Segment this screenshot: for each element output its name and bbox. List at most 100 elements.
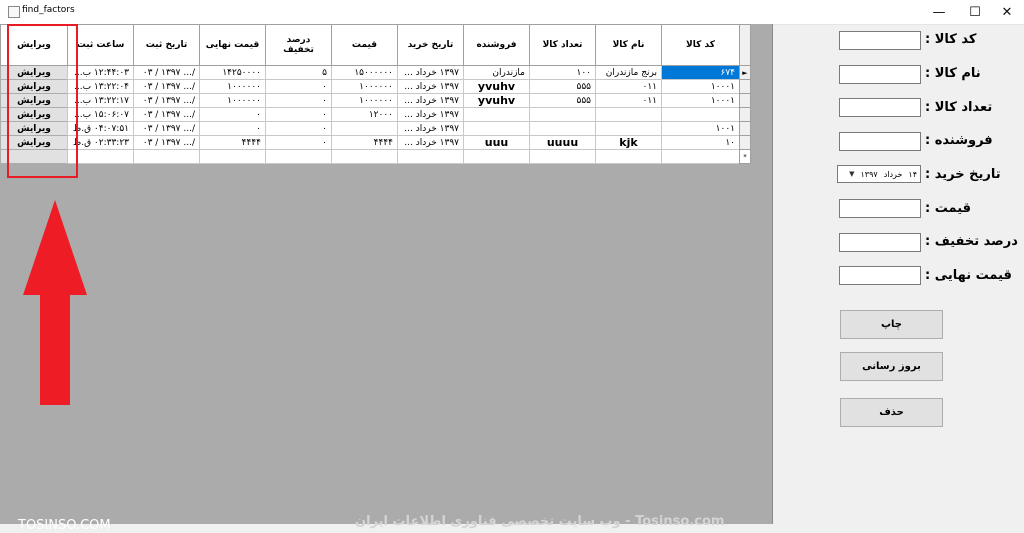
- grid-cell[interactable]: ۱۰۰۰۰۰۰: [331, 93, 398, 108]
- close-button[interactable]: ✕: [990, 0, 1024, 24]
- grid-cell[interactable]: ۱۳۹۷ خرداد ...: [397, 135, 464, 150]
- product-name-input[interactable]: [839, 65, 921, 84]
- grid-cell[interactable]: ۱۳۹۷ خرداد ...: [397, 79, 464, 94]
- discount-input[interactable]: [839, 233, 921, 252]
- grid-cell[interactable]: ۰۴:۰۷:۵۱ ق.ظ: [67, 121, 134, 136]
- edit-button[interactable]: ویرایش: [0, 107, 68, 122]
- column-header[interactable]: تعداد کالا: [529, 24, 596, 66]
- grid-cell[interactable]: ۱۵۰۰۰۰۰۰: [331, 65, 398, 80]
- grid-cell[interactable]: [529, 121, 596, 136]
- grid-cell[interactable]: [463, 107, 530, 122]
- grid-cell[interactable]: [661, 107, 740, 122]
- final-price-input[interactable]: [839, 266, 921, 285]
- quantity-input[interactable]: [839, 98, 921, 117]
- column-header[interactable]: نام کالا: [595, 24, 662, 66]
- table-row[interactable]: ► ۶۷۴ برنج مازندران ۱۰۰ مازندران ۱۳۹۷ خرداد .…: [0, 65, 751, 80]
- minimize-button[interactable]: —: [922, 0, 956, 24]
- new-row[interactable]: *: [0, 149, 751, 164]
- grid-cell[interactable]: uuu: [463, 135, 530, 150]
- grid-cell[interactable]: /... ۱۳۹۷ / ۰۳: [133, 135, 200, 150]
- grid-cell[interactable]: /... ۱۳۹۷ / ۰۳: [133, 79, 200, 94]
- grid-cell[interactable]: ۱۰: [661, 135, 740, 150]
- edit-button[interactable]: ویرایش: [0, 79, 68, 94]
- grid-cell[interactable]: ۰۲:۳۳:۲۳ ق.ظ: [67, 135, 134, 150]
- column-header[interactable]: قیمت نهایی: [199, 24, 266, 66]
- grid-cell[interactable]: ۰: [265, 107, 332, 122]
- edit-button[interactable]: ویرایش: [0, 121, 68, 136]
- row-header[interactable]: [739, 135, 751, 150]
- column-header[interactable]: ویرایش: [0, 24, 68, 66]
- grid-cell[interactable]: [595, 121, 662, 136]
- grid-cell[interactable]: [331, 149, 398, 164]
- grid-cell[interactable]: ۱۴۲۵۰۰۰۰: [199, 65, 266, 80]
- row-header[interactable]: [739, 121, 751, 136]
- grid-cell[interactable]: ۰: [265, 93, 332, 108]
- grid-cell[interactable]: /... ۱۳۹۷ / ۰۳: [133, 107, 200, 122]
- grid-cell[interactable]: [265, 149, 332, 164]
- grid-cell[interactable]: ۱۳:۲۲:۱۷ ب...: [67, 93, 134, 108]
- grid-cell[interactable]: ۱۰۰۰۰۰۰: [199, 79, 266, 94]
- column-header[interactable]: فروشنده: [463, 24, 530, 66]
- grid-cell[interactable]: /... ۱۳۹۷ / ۰۳: [133, 65, 200, 80]
- grid-cell[interactable]: [595, 107, 662, 122]
- grid-cell[interactable]: yvuhv: [463, 93, 530, 108]
- grid-cell[interactable]: ۱۰۰۱: [661, 121, 740, 136]
- grid-cell[interactable]: ۱۳:۲۲:۰۴ ب...: [67, 79, 134, 94]
- price-input[interactable]: [839, 199, 921, 218]
- factors-data-grid[interactable]: کد کالا نام کالا تعداد کالا فروشنده تاریخ خر…: [0, 24, 751, 164]
- product-code-input[interactable]: [839, 31, 921, 50]
- grid-cell[interactable]: ۱۰۰۰۰۰۰: [331, 79, 398, 94]
- grid-cell[interactable]: ۴۴۴۴: [199, 135, 266, 150]
- grid-cell[interactable]: ۶۷۴: [661, 65, 740, 80]
- grid-cell[interactable]: ۱۰۰۰۱: [661, 79, 740, 94]
- grid-cell[interactable]: ۱۰۰۰۱: [661, 93, 740, 108]
- grid-cell[interactable]: /... ۱۳۹۷ / ۰۳: [133, 93, 200, 108]
- row-header[interactable]: [739, 107, 751, 122]
- maximize-button[interactable]: ☐: [958, 0, 992, 24]
- grid-cell[interactable]: [529, 107, 596, 122]
- grid-cell[interactable]: ۱۳۹۷ خرداد ...: [397, 121, 464, 136]
- grid-cell[interactable]: [595, 149, 662, 164]
- print-button[interactable]: چاپ: [840, 310, 943, 339]
- grid-cell[interactable]: ۱۳۹۷ خرداد ...: [397, 93, 464, 108]
- grid-cell[interactable]: ۵: [265, 65, 332, 80]
- row-header[interactable]: [739, 93, 751, 108]
- grid-cell[interactable]: ۴۴۴۴: [331, 135, 398, 150]
- grid-cell[interactable]: [199, 149, 266, 164]
- column-header[interactable]: ساعت ثبت: [67, 24, 134, 66]
- grid-cell[interactable]: ۰: [199, 107, 266, 122]
- table-row[interactable]: ۱۰۰۱ ۱۳۹۷ خرداد ... ۰ ۰/... ۱۳۹۷ / ۰۳ ۰۴:۰۷:…: [0, 121, 751, 136]
- grid-cell[interactable]: ۱۳۹۷ خرداد ...: [397, 65, 464, 80]
- column-header[interactable]: تاریخ خرید: [397, 24, 464, 66]
- grid-cell[interactable]: ۰: [199, 121, 266, 136]
- table-row[interactable]: ۱۰ kjk uuuu uuu ۱۳۹۷ خرداد ... ۴۴۴۴ ۰ ۴۴۴۴/... …: [0, 135, 751, 150]
- edit-button[interactable]: ویرایش: [0, 65, 68, 80]
- grid-cell[interactable]: ۱۰۰: [529, 65, 596, 80]
- grid-cell[interactable]: ۵۵۵: [529, 79, 596, 94]
- grid-cell[interactable]: ۱۲:۴۴:۰۳ ب...: [67, 65, 134, 80]
- grid-cell[interactable]: ۰۱۱: [595, 79, 662, 94]
- row-header-corner[interactable]: [739, 24, 751, 66]
- grid-cell[interactable]: uuuu: [529, 135, 596, 150]
- table-row[interactable]: ۱۰۰۰۱ ۰۱۱ ۵۵۵ yvuhv ۱۳۹۷ خرداد ... ۱۰۰۰۰۰۰ ۰ ۱۰…: [0, 93, 751, 108]
- chevron-down-icon[interactable]: ▼: [849, 170, 854, 178]
- grid-cell[interactable]: مازندران: [463, 65, 530, 80]
- grid-cell[interactable]: [463, 149, 530, 164]
- grid-cell[interactable]: /... ۱۳۹۷ / ۰۳: [133, 121, 200, 136]
- row-header[interactable]: [739, 79, 751, 94]
- grid-cell[interactable]: yvuhv: [463, 79, 530, 94]
- column-header[interactable]: درصد تخفیف: [265, 24, 332, 66]
- grid-cell[interactable]: [397, 149, 464, 164]
- grid-cell[interactable]: ۱۰۰۰۰۰۰: [199, 93, 266, 108]
- update-button[interactable]: بروز رسانی: [840, 352, 943, 381]
- grid-cell[interactable]: ۰۱۱: [595, 93, 662, 108]
- grid-cell[interactable]: ۰: [265, 135, 332, 150]
- table-row[interactable]: ۱۰۰۰۱ ۰۱۱ ۵۵۵ yvuhv ۱۳۹۷ خرداد ... ۱۰۰۰۰۰۰ ۰ ۱۰…: [0, 79, 751, 94]
- purchase-date-picker[interactable]: ۱۴ خرداد ۱۳۹۷ ▼: [837, 165, 921, 183]
- row-header[interactable]: ►: [739, 65, 751, 80]
- new-row-edit-cell[interactable]: [0, 149, 68, 164]
- grid-cell[interactable]: ۱۵:۰۶:۰۷ ب...: [67, 107, 134, 122]
- grid-cell[interactable]: [529, 149, 596, 164]
- table-row[interactable]: ۱۳۹۷ خرداد ... ۱۲۰۰۰ ۰ ۰/... ۱۳۹۷ / ۰۳ ۱۵:۰۶…: [0, 107, 751, 122]
- grid-cell[interactable]: kjk: [595, 135, 662, 150]
